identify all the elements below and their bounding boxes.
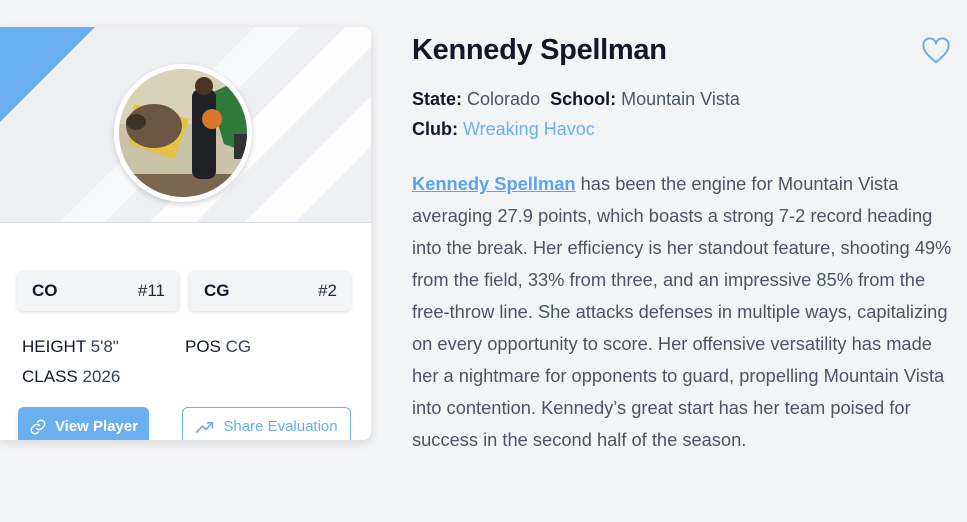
player-avatar: [114, 64, 252, 202]
class-value: 2026: [82, 367, 121, 386]
player-details: Kennedy Spellman: [412, 28, 957, 68]
share-evaluation-button[interactable]: Share Evaluation: [182, 407, 351, 440]
state-jersey-badge: CO #11: [17, 271, 179, 311]
state-code: CO: [32, 281, 58, 300]
class-label: CLASS: [22, 367, 78, 386]
school-jersey-number: #2: [318, 281, 337, 300]
player-badges: CO #11 CG #2: [17, 271, 351, 311]
view-player-button[interactable]: View Player: [18, 407, 149, 440]
club-jersey-number: #11: [137, 281, 165, 300]
height-label: HEIGHT: [22, 337, 86, 356]
trending-up-icon: [196, 422, 214, 433]
bio-text: has been the engine for Mountain Vista a…: [412, 173, 952, 450]
player-name: Kennedy Spellman: [412, 34, 667, 66]
card-banner: [0, 27, 371, 223]
player-attributes: HEIGHT 5'8" POS CG CLASS 2026: [22, 332, 352, 392]
state-value: Colorado: [467, 89, 541, 109]
player-bio: Kennedy Spellman has been the engine for…: [412, 168, 957, 456]
player-card: CO #11 CG #2 HEIGHT 5'8" POS CG CLASS 20…: [0, 27, 371, 440]
bio-player-link[interactable]: Kennedy Spellman: [412, 173, 576, 194]
pos-value: CG: [225, 337, 252, 356]
position-code: CG: [204, 281, 230, 300]
school-value: Mountain Vista: [621, 89, 740, 109]
pos-label: POS: [185, 337, 221, 356]
player-meta: State: Colorado School: Mountain Vista C…: [412, 84, 740, 144]
state-label: State:: [412, 89, 463, 109]
position-jersey-badge: CG #2: [189, 271, 351, 311]
view-player-label: View Player: [54, 418, 139, 435]
height-value: 5'8": [90, 337, 119, 356]
heart-outline-icon[interactable]: [921, 37, 951, 65]
share-evaluation-label: Share Evaluation: [223, 418, 338, 435]
school-label: School:: [550, 89, 617, 109]
link-icon: [30, 419, 46, 435]
club-link[interactable]: Wreaking Havoc: [463, 119, 595, 139]
club-label: Club:: [412, 119, 458, 139]
